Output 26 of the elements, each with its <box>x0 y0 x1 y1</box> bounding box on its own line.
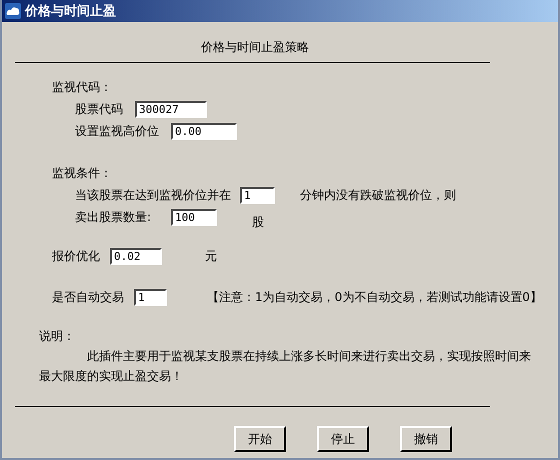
field-label: 设置监视高价位 <box>75 122 160 140</box>
section-label: 监视代码： <box>52 79 113 95</box>
field-label: 报价优化 <box>52 248 101 264</box>
strategy-heading: 价格与时间止盈策略 <box>200 39 310 55</box>
unit-label: 元 <box>205 248 217 264</box>
field-label: 当该股票在达到监视价位并在 <box>75 186 232 204</box>
section-label: 说明： <box>39 328 76 344</box>
field-label: 是否自动交易 <box>52 288 125 306</box>
unit-label: 股 <box>252 214 264 230</box>
field-label: 卖出股票数量: <box>75 208 152 226</box>
stock-code-field[interactable]: 300027 <box>135 100 207 118</box>
high-price-field[interactable]: 0.00 <box>171 122 237 140</box>
auto-trade-field[interactable]: 1 <box>134 288 167 306</box>
note-text: 【注意：1为自动交易，0为不自动交易，若测试功能请设置0】 <box>207 288 542 306</box>
cloud-icon <box>5 3 21 19</box>
sell-quantity-field[interactable]: 100 <box>171 208 217 226</box>
field-label: 股票代码 <box>75 100 124 118</box>
price-optimization-field[interactable]: 0.02 <box>110 248 162 264</box>
minutes-field[interactable]: 1 <box>240 186 275 204</box>
dialog-button[interactable]: 开始 <box>234 426 286 452</box>
field-label: 分钟内没有跌破监视价位，则 <box>300 186 456 204</box>
dialog-button[interactable]: 撤销 <box>400 426 452 452</box>
window-title: 价格与时间止盈 <box>25 3 116 20</box>
section-label: 监视条件： <box>52 165 113 181</box>
dialog-button[interactable]: 停止 <box>317 426 369 452</box>
description-text: 此插件主要用于监视某支股票在持续上涨多长时间来进行卖出交易，实现按照时间来最大限度的实现止盈交易！ <box>39 348 532 385</box>
